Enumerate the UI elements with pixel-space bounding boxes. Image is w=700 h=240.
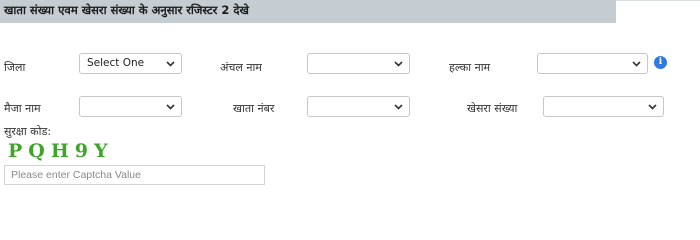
circle-select[interactable] (307, 53, 410, 74)
mauza-label: मैजा नाम (4, 102, 41, 115)
circle-label: अंचल नाम (220, 61, 262, 74)
district-label: जिला (4, 61, 26, 74)
khata-label: खाता नंबर (233, 102, 275, 115)
page-title: खाता संख्या एवम खेसरा संख्या के अनुसार र… (0, 0, 616, 23)
khata-select[interactable] (307, 96, 410, 117)
district-select[interactable]: Select One (79, 53, 182, 74)
info-icon[interactable]: i (654, 56, 667, 69)
captcha-image: PQH9Y (8, 140, 114, 162)
khesra-label: खेसरा संख्या (467, 102, 518, 115)
chevron-down-icon (166, 61, 175, 67)
captcha-input[interactable] (4, 165, 265, 185)
chevron-down-icon (394, 104, 403, 110)
chevron-down-icon (632, 61, 641, 67)
halka-select[interactable] (537, 53, 648, 74)
district-select-value: Select One (87, 57, 145, 69)
khesra-select[interactable] (543, 96, 664, 117)
chevron-down-icon (648, 104, 657, 110)
chevron-down-icon (394, 61, 403, 67)
captcha-label: सुरक्षा कोड: (4, 125, 52, 138)
chevron-down-icon (166, 104, 175, 110)
halka-label: हल्का नाम (449, 61, 491, 74)
mauza-select[interactable] (79, 96, 182, 117)
